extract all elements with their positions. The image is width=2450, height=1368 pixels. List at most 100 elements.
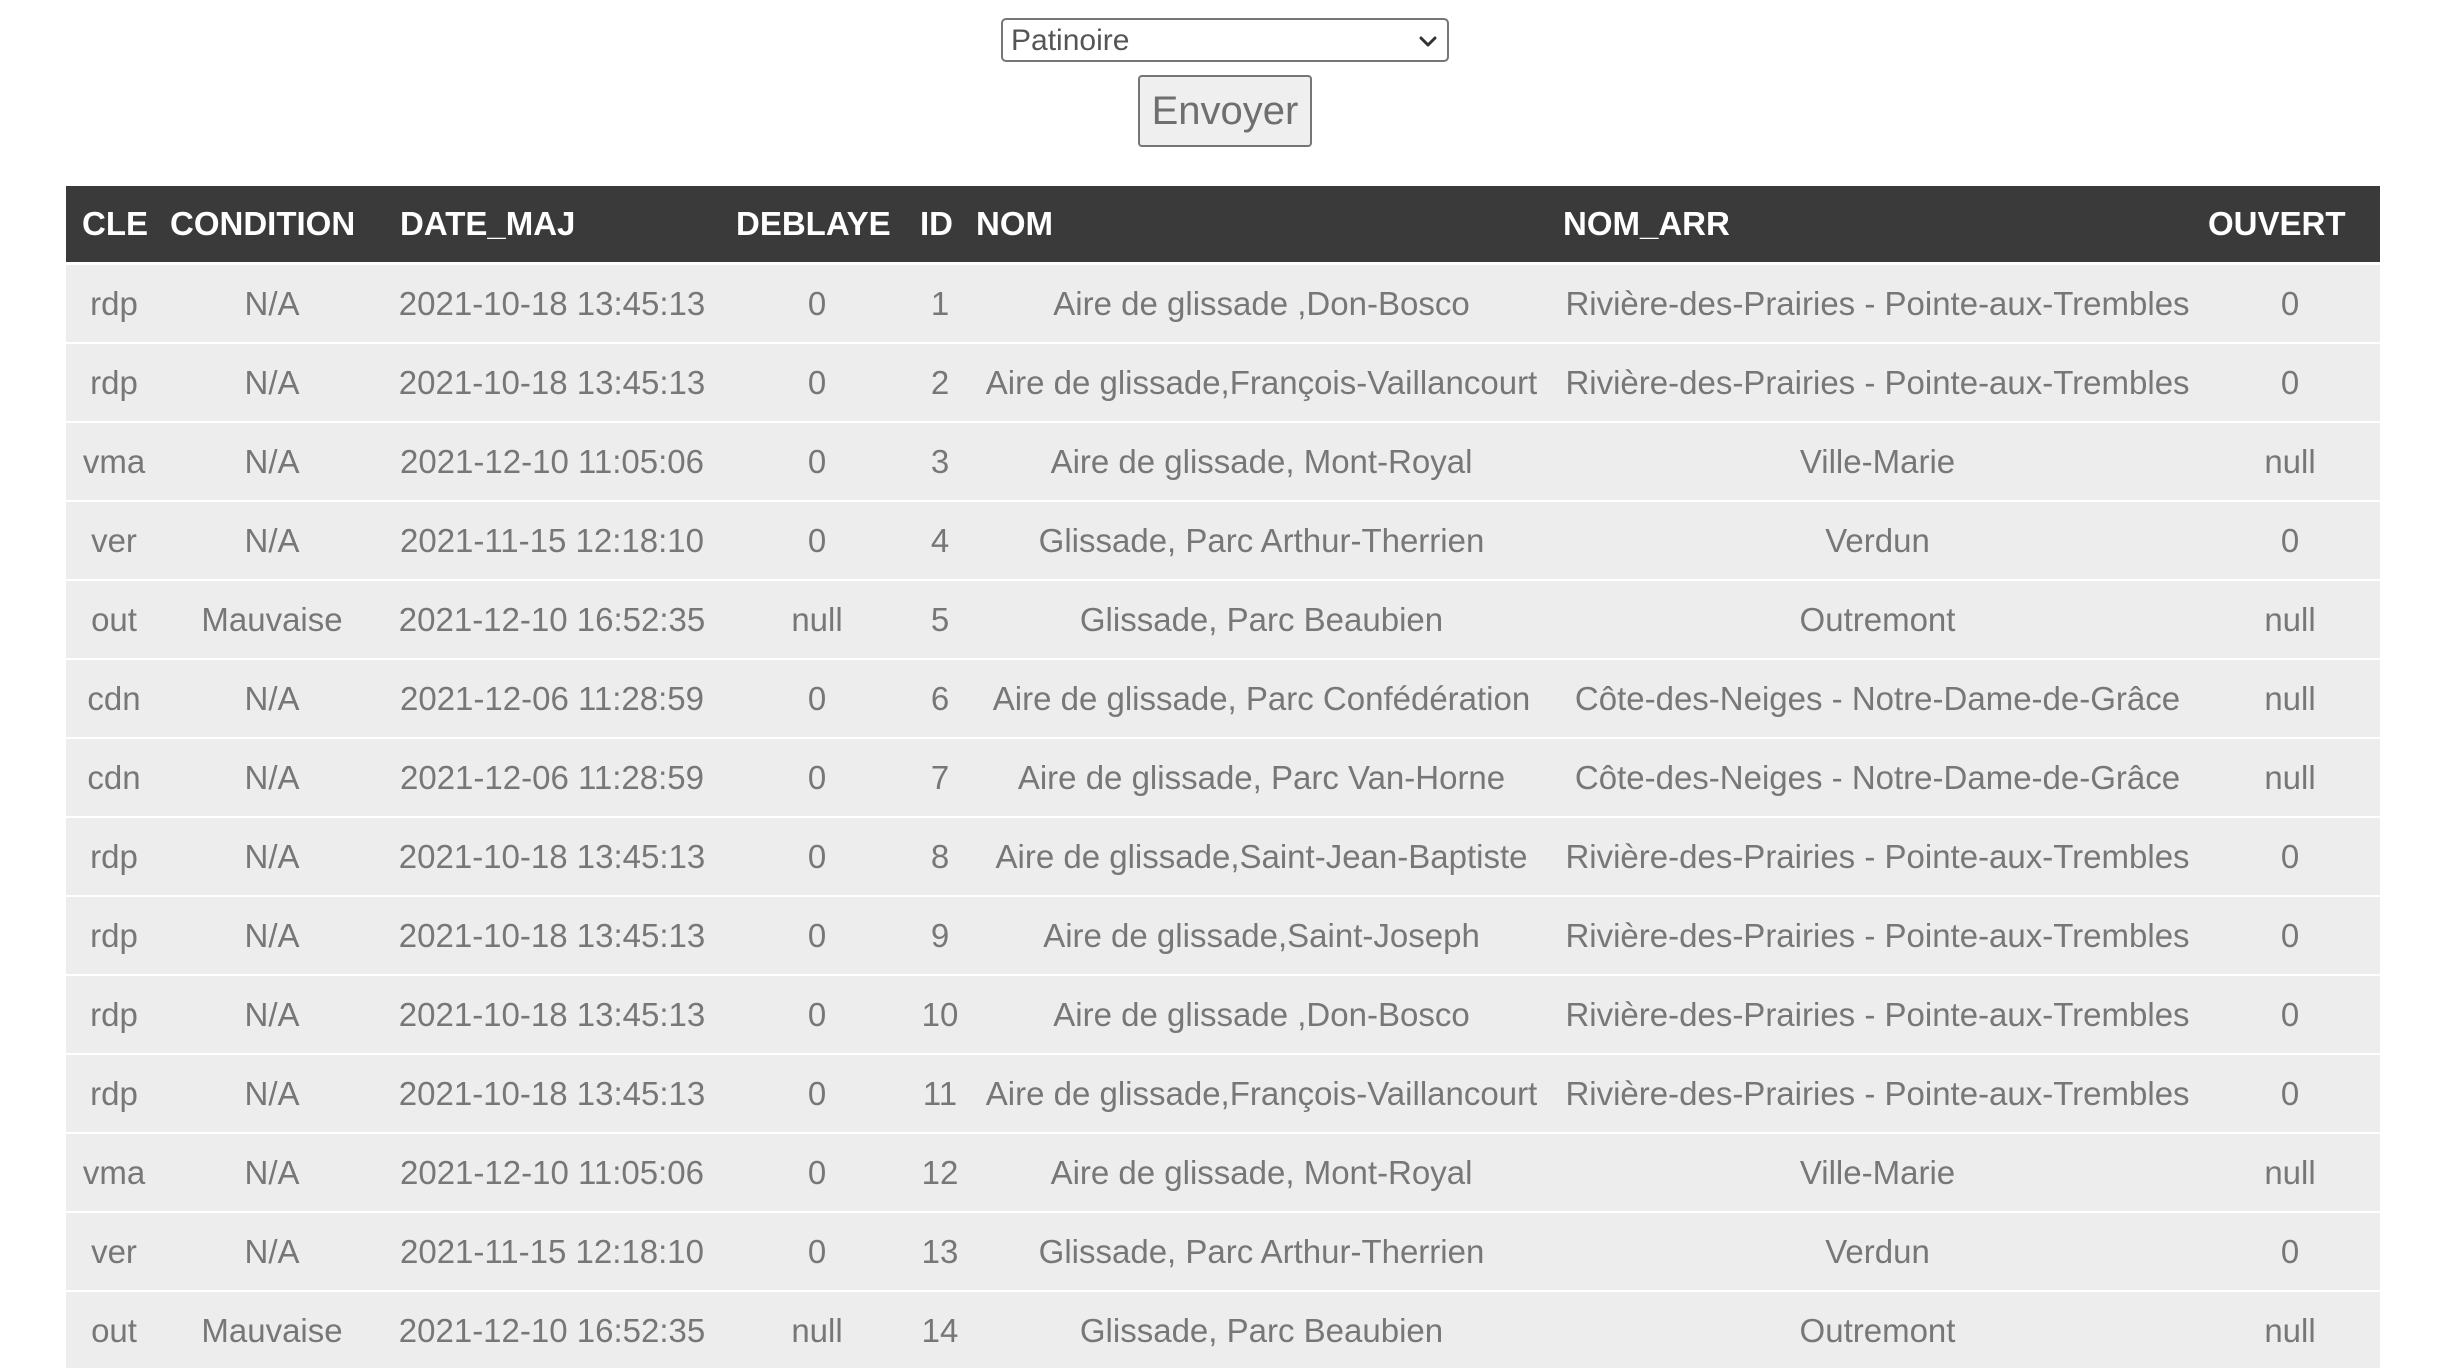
cell-ouvert: 0	[2200, 342, 2380, 422]
cell-nom: Aire de glissade,François-Vaillancourt	[968, 1053, 1555, 1133]
cell-nom: Aire de glissade ,Don-Bosco	[968, 974, 1555, 1054]
table-row: out Mauvaise 2021-12-10 16:52:35 null 14 Glis…	[66, 1290, 2380, 1368]
cell-nom: Aire de glissade, Mont-Royal	[968, 421, 1555, 501]
cell-date-maj: 2021-12-10 16:52:35	[382, 579, 722, 659]
table-row: cdn N/A 2021-12-06 11:28:59 0 6 Aire de gliss…	[66, 658, 2380, 738]
cell-deblaye: 0	[722, 342, 912, 422]
cell-date-maj: 2021-10-18 13:45:13	[382, 816, 722, 896]
cell-condition: N/A	[162, 500, 382, 580]
cell-nom: Glissade, Parc Arthur-Therrien	[968, 1211, 1555, 1291]
cell-cle: cdn	[66, 737, 162, 817]
cell-id: 9	[912, 895, 968, 975]
cell-ouvert: null	[2200, 421, 2380, 501]
cell-nom: Glissade, Parc Beaubien	[968, 1290, 1555, 1368]
cell-nom-arr: Rivière-des-Prairies - Pointe-aux-Trembl…	[1555, 816, 2200, 896]
cell-id: 7	[912, 737, 968, 817]
cell-deblaye: 0	[722, 500, 912, 580]
cell-ouvert: 0	[2200, 974, 2380, 1054]
cell-condition: N/A	[162, 421, 382, 501]
cell-nom: Aire de glissade,François-Vaillancourt	[968, 342, 1555, 422]
cell-condition: N/A	[162, 262, 382, 343]
cell-cle: ver	[66, 1211, 162, 1291]
cell-ouvert: 0	[2200, 1053, 2380, 1133]
cell-ouvert: null	[2200, 579, 2380, 659]
cell-date-maj: 2021-10-18 13:45:13	[382, 342, 722, 422]
cell-deblaye: 0	[722, 658, 912, 738]
cell-ouvert: null	[2200, 737, 2380, 817]
table-row: rdp N/A 2021-10-18 13:45:13 0 8 Aire de gliss…	[66, 816, 2380, 896]
column-header-date-maj[interactable]: DATE_MAJ	[382, 186, 722, 264]
cell-nom: Aire de glissade ,Don-Bosco	[968, 262, 1555, 343]
cell-condition: N/A	[162, 1053, 382, 1133]
filter-form: Patinoire Envoyer	[0, 18, 2450, 147]
cell-ouvert: 0	[2200, 816, 2380, 896]
table-row: rdp N/A 2021-10-18 13:45:13 0 2 Aire de gliss…	[66, 342, 2380, 422]
cell-nom: Aire de glissade, Mont-Royal	[968, 1132, 1555, 1212]
column-header-ouvert[interactable]: OUVERT	[2200, 186, 2380, 264]
submit-button[interactable]: Envoyer	[1138, 75, 1312, 147]
column-header-cle[interactable]: CLE	[66, 186, 162, 264]
cell-cle: rdp	[66, 816, 162, 896]
cell-deblaye: 0	[722, 737, 912, 817]
cell-ouvert: 0	[2200, 262, 2380, 343]
cell-deblaye: 0	[722, 1211, 912, 1291]
cell-date-maj: 2021-12-10 16:52:35	[382, 1290, 722, 1368]
cell-cle: rdp	[66, 1053, 162, 1133]
cell-date-maj: 2021-12-06 11:28:59	[382, 658, 722, 738]
cell-condition: Mauvaise	[162, 1290, 382, 1368]
cell-nom: Aire de glissade, Parc Confédération	[968, 658, 1555, 738]
cell-date-maj: 2021-10-18 13:45:13	[382, 1053, 722, 1133]
cell-nom-arr: Ville-Marie	[1555, 1132, 2200, 1212]
cell-id: 10	[912, 974, 968, 1054]
table-row: ver N/A 2021-11-15 12:18:10 0 4 Glissade, Par…	[66, 500, 2380, 580]
cell-date-maj: 2021-11-15 12:18:10	[382, 1211, 722, 1291]
cell-ouvert: 0	[2200, 500, 2380, 580]
cell-nom-arr: Outremont	[1555, 1290, 2200, 1368]
cell-nom: Aire de glissade,Saint-Jean-Baptiste	[968, 816, 1555, 896]
column-header-id[interactable]: ID	[912, 186, 968, 264]
cell-cle: out	[66, 1290, 162, 1368]
cell-id: 2	[912, 342, 968, 422]
page: Patinoire Envoyer CLE CONDITION DATE_MAJ…	[0, 0, 2450, 1368]
cell-condition: N/A	[162, 342, 382, 422]
cell-condition: N/A	[162, 816, 382, 896]
category-select[interactable]: Patinoire	[1001, 18, 1449, 62]
cell-id: 5	[912, 579, 968, 659]
cell-cle: vma	[66, 1132, 162, 1212]
cell-nom-arr: Côte-des-Neiges - Notre-Dame-de-Grâce	[1555, 737, 2200, 817]
cell-id: 8	[912, 816, 968, 896]
cell-id: 3	[912, 421, 968, 501]
cell-cle: ver	[66, 500, 162, 580]
cell-nom-arr: Ville-Marie	[1555, 421, 2200, 501]
cell-id: 1	[912, 262, 968, 343]
table-row: rdp N/A 2021-10-18 13:45:13 0 11 Aire de glis…	[66, 1053, 2380, 1133]
column-header-deblaye[interactable]: DEBLAYE	[722, 186, 912, 264]
cell-id: 6	[912, 658, 968, 738]
cell-deblaye: 0	[722, 1053, 912, 1133]
chevron-down-icon	[1419, 36, 1437, 47]
table-row: rdp N/A 2021-10-18 13:45:13 0 1 Aire de gliss…	[66, 262, 2380, 343]
cell-nom-arr: Verdun	[1555, 1211, 2200, 1291]
cell-id: 11	[912, 1053, 968, 1133]
cell-nom-arr: Côte-des-Neiges - Notre-Dame-de-Grâce	[1555, 658, 2200, 738]
cell-nom-arr: Rivière-des-Prairies - Pointe-aux-Trembl…	[1555, 895, 2200, 975]
cell-deblaye: null	[722, 579, 912, 659]
results-table: CLE CONDITION DATE_MAJ DEBLAYE ID NOM NO…	[66, 186, 2380, 1368]
table-row: cdn N/A 2021-12-06 11:28:59 0 7 Aire de gliss…	[66, 737, 2380, 817]
column-header-condition[interactable]: CONDITION	[162, 186, 382, 264]
cell-deblaye: 0	[722, 816, 912, 896]
table-row: vma N/A 2021-12-10 11:05:06 0 12 Aire de glis…	[66, 1132, 2380, 1212]
cell-deblaye: 0	[722, 1132, 912, 1212]
cell-cle: vma	[66, 421, 162, 501]
cell-cle: cdn	[66, 658, 162, 738]
cell-ouvert: null	[2200, 658, 2380, 738]
cell-date-maj: 2021-10-18 13:45:13	[382, 895, 722, 975]
cell-deblaye: null	[722, 1290, 912, 1368]
cell-condition: N/A	[162, 895, 382, 975]
cell-date-maj: 2021-11-15 12:18:10	[382, 500, 722, 580]
cell-nom: Glissade, Parc Arthur-Therrien	[968, 500, 1555, 580]
column-header-nom[interactable]: NOM	[968, 186, 1555, 264]
cell-cle: rdp	[66, 262, 162, 343]
column-header-nom-arr[interactable]: NOM_ARR	[1555, 186, 2200, 264]
cell-cle: out	[66, 579, 162, 659]
